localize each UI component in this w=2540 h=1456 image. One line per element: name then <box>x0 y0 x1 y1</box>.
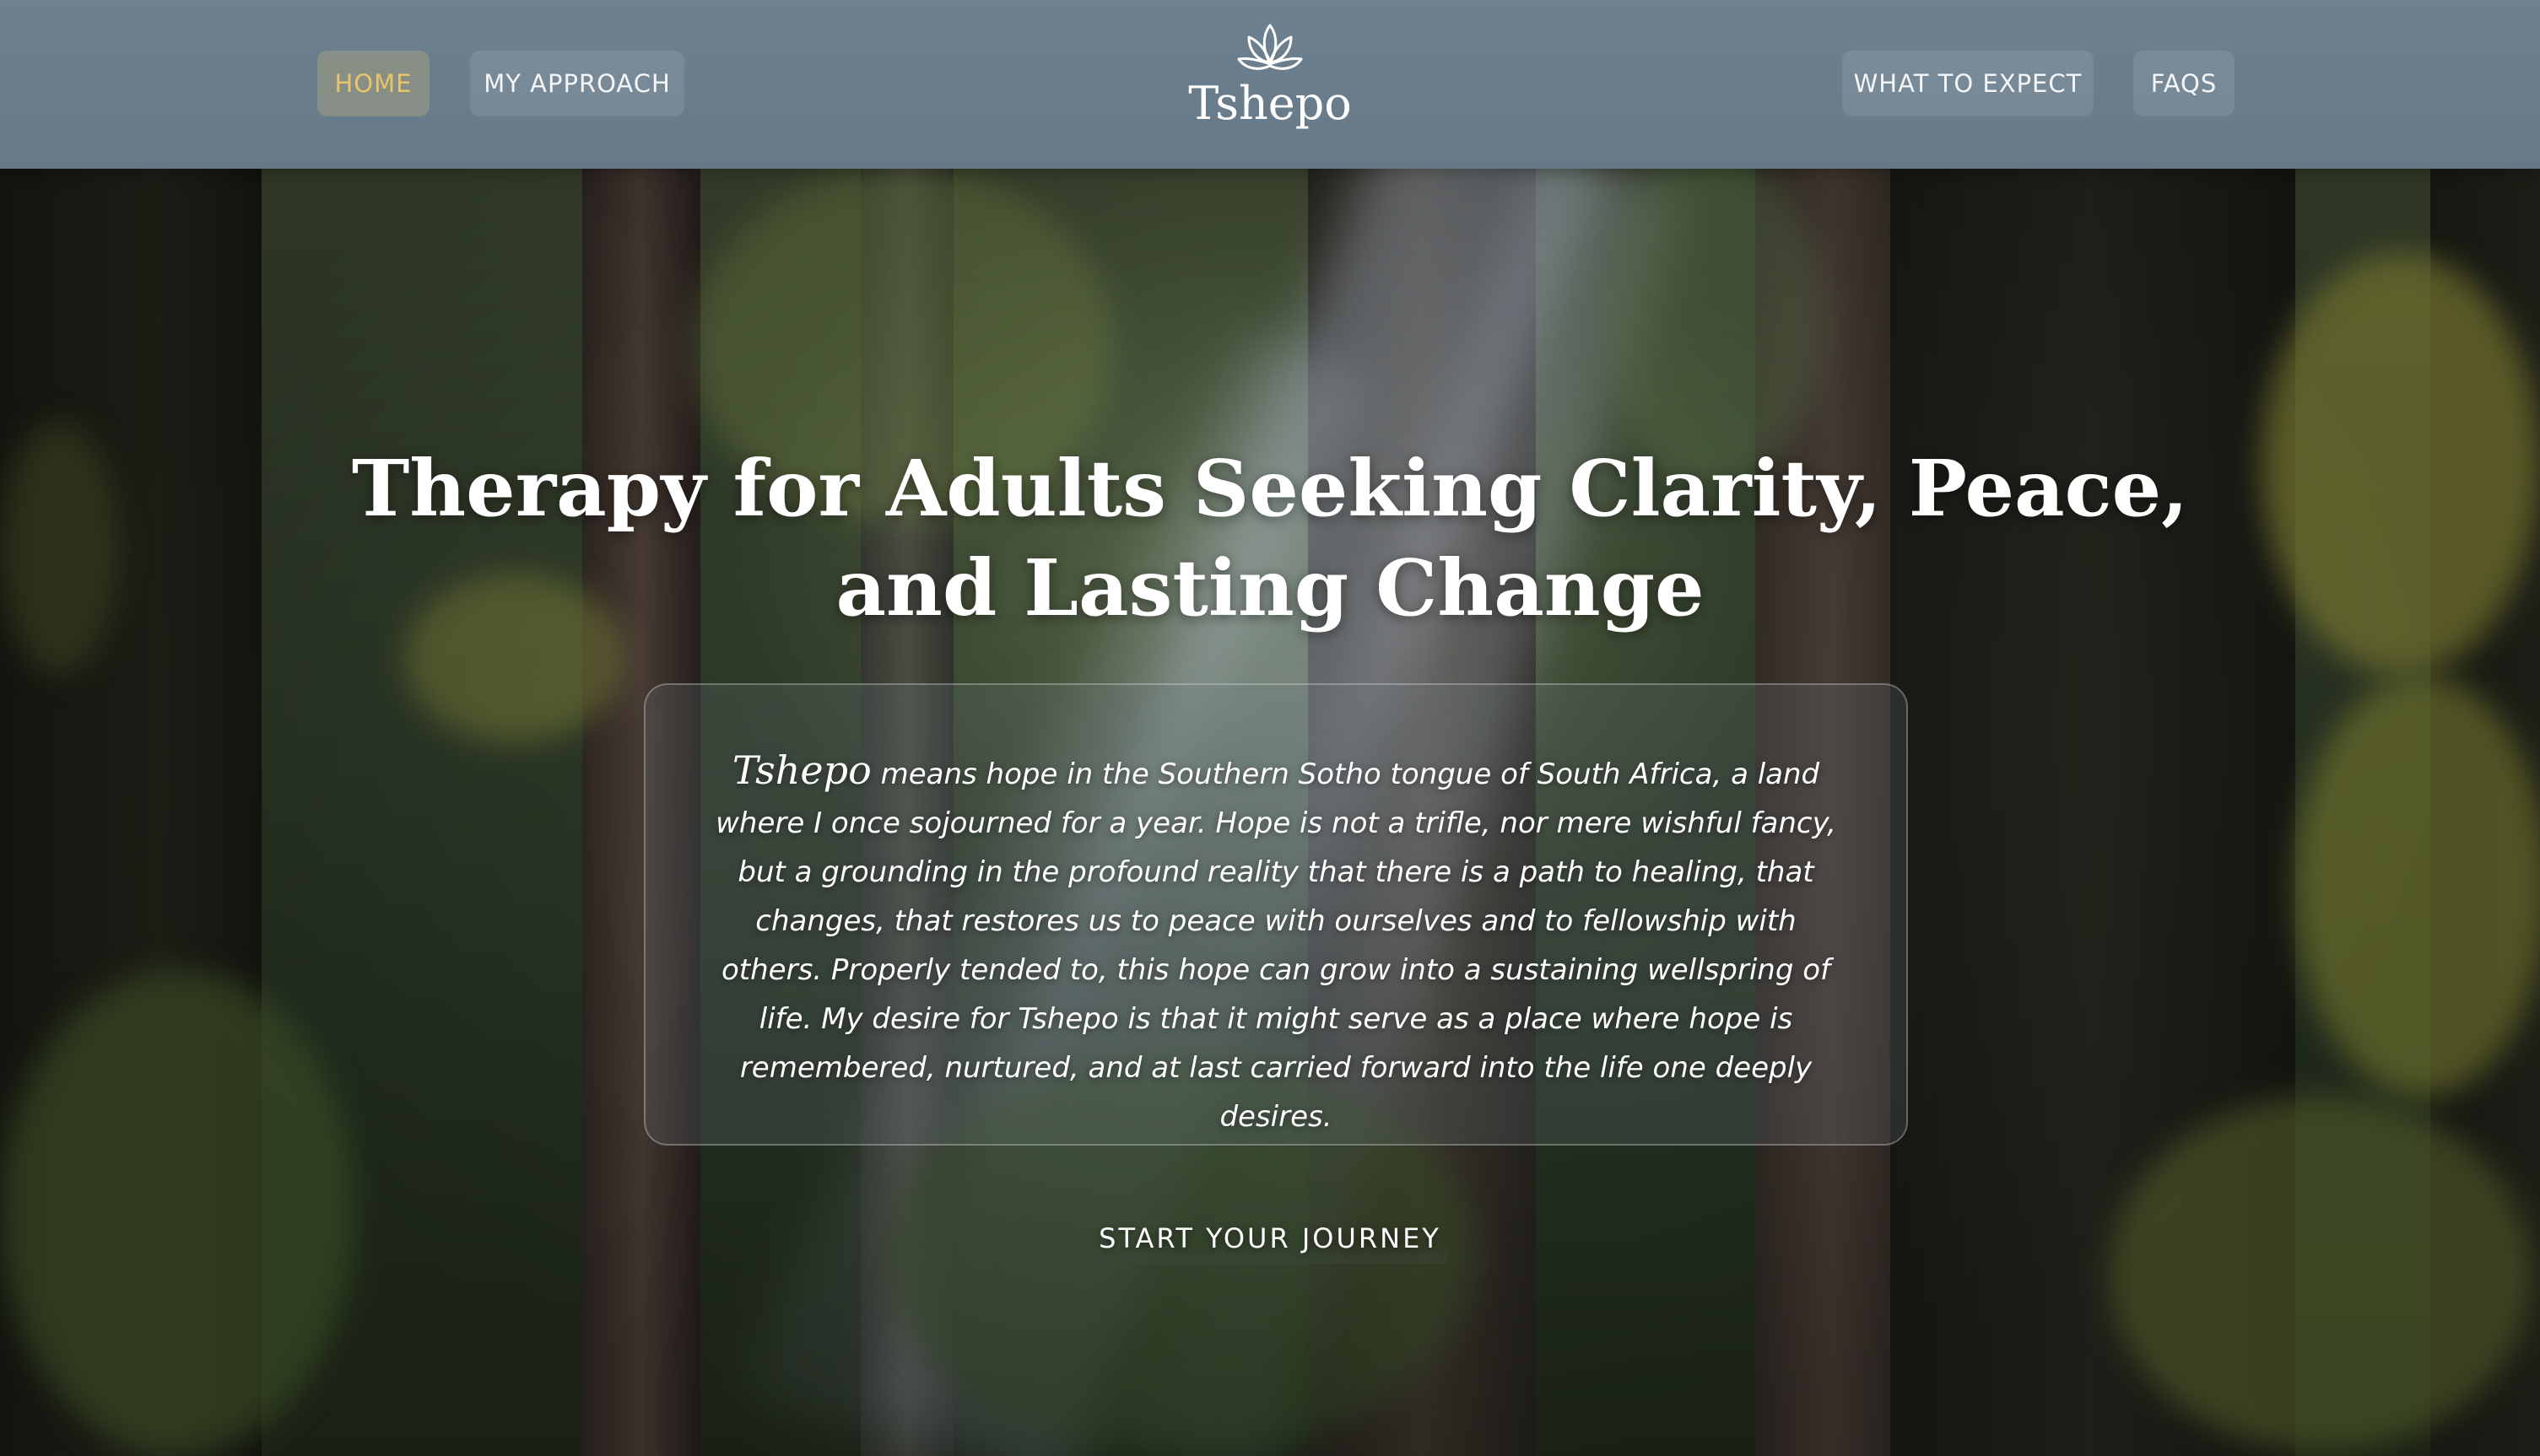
site-logo[interactable]: Tshepo <box>1186 19 1354 137</box>
quote-name: Tshepo <box>732 747 872 793</box>
nav-what-to-expect[interactable]: WHAT TO EXPECT <box>1842 51 2094 116</box>
nav-my-approach[interactable]: MY APPROACH <box>470 51 684 116</box>
logo-wordmark: Tshepo <box>1188 77 1352 130</box>
nav-home[interactable]: HOME <box>317 51 430 116</box>
quote-text: Tshepo means hope in the Southern Sotho … <box>705 746 1847 1141</box>
quote-card: Tshepo means hope in the Southern Sotho … <box>644 683 1908 1146</box>
quote-body: means hope in the Southern Sotho tongue … <box>716 758 1836 1134</box>
hero-title: Therapy for Adults Seeking Clarity, Peac… <box>351 443 2189 634</box>
lotus-icon <box>1186 19 1354 79</box>
site-header: HOME MY APPROACH Tshepo WHAT TO EXPECT F… <box>0 0 2540 169</box>
nav-faqs[interactable]: FAQS <box>2133 51 2235 116</box>
start-journey-button[interactable]: START YOUR JOURNEY <box>1093 1213 1447 1264</box>
